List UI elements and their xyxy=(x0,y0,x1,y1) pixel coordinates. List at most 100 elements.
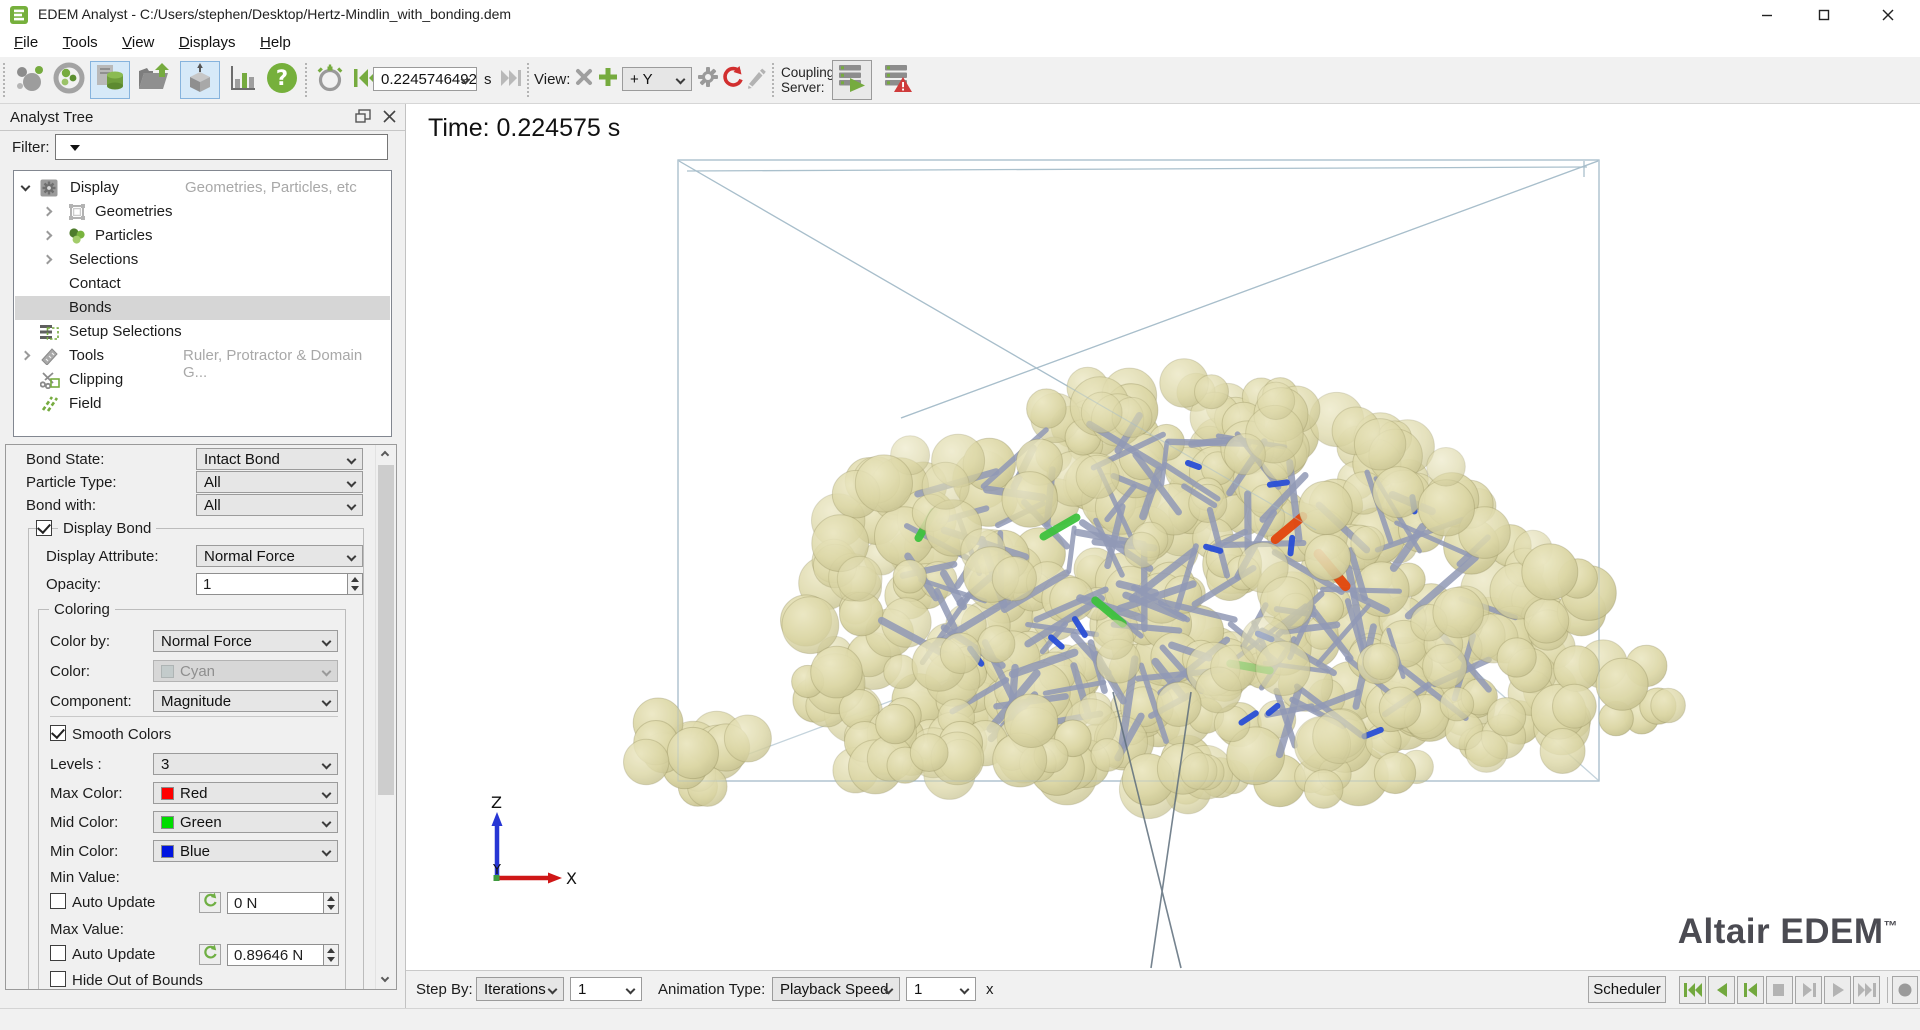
min-value-spinner[interactable]: 0 N xyxy=(227,892,339,914)
playback-step-back-button[interactable] xyxy=(1737,976,1764,1004)
simulation-canvas[interactable] xyxy=(406,104,1920,970)
max-value-spinner[interactable]: 0.89646 N xyxy=(227,944,339,966)
tree-item-clipping[interactable]: Clipping xyxy=(15,368,390,392)
spinner-buttons[interactable] xyxy=(323,945,338,965)
step-by-combo[interactable]: Iterations xyxy=(476,977,564,1001)
charts-button[interactable] xyxy=(224,61,260,99)
dock-title: Analyst Tree xyxy=(10,109,93,126)
playback-play-button[interactable] xyxy=(1824,976,1851,1004)
scroll-down-button[interactable] xyxy=(376,971,396,989)
maximize-button[interactable] xyxy=(1800,0,1847,30)
step-count-combo[interactable]: 1 xyxy=(570,977,642,1001)
scroll-up-button[interactable] xyxy=(376,445,396,463)
minimize-button[interactable] xyxy=(1743,0,1790,30)
expander-closed-icon[interactable] xyxy=(43,255,53,265)
edit-view-button[interactable] xyxy=(744,65,768,93)
scrollbar-thumb[interactable] xyxy=(378,465,394,795)
viewport-3d[interactable]: Time: 0.224575 s Z X Y Altair EDEM™ xyxy=(406,104,1920,970)
view-settings-button[interactable] xyxy=(696,65,720,93)
float-panel-button[interactable] xyxy=(355,109,373,127)
particle-type-combo[interactable]: All xyxy=(196,471,363,493)
skip-end-icon xyxy=(1857,982,1877,998)
coupling-server-start-button[interactable] xyxy=(832,60,872,100)
component-combo[interactable]: Magnitude xyxy=(153,690,338,712)
bond-state-label: Bond State: xyxy=(26,451,104,468)
spinner-buttons[interactable] xyxy=(347,574,362,594)
color-combo[interactable]: Cyan xyxy=(153,660,338,682)
smooth-colors-label: Smooth Colors xyxy=(72,726,171,743)
properties-scrollbar[interactable] xyxy=(375,445,396,989)
playback-skip-end-button[interactable] xyxy=(1853,976,1880,1004)
menu-displays[interactable]: Displays xyxy=(169,30,246,51)
expander-closed-icon[interactable] xyxy=(43,207,53,217)
max-auto-update-checkbox[interactable] xyxy=(50,945,66,961)
tree-item-display[interactable]: Display Geometries, Particles, etc xyxy=(15,176,390,200)
creator-mode-button[interactable] xyxy=(10,61,48,99)
coupling-server-error-button[interactable] xyxy=(878,60,918,100)
coloring-title: Coloring xyxy=(49,601,115,618)
levels-combo[interactable]: 3 xyxy=(153,753,338,775)
help-button[interactable]: ? xyxy=(262,61,302,99)
scheduler-button[interactable]: Scheduler xyxy=(1588,976,1666,1003)
expander-closed-icon[interactable] xyxy=(21,351,31,361)
axis-triad: Z X Y xyxy=(460,790,590,900)
tree-item-particles[interactable]: Particles xyxy=(15,224,390,248)
playback-step-forward-button[interactable] xyxy=(1795,976,1822,1004)
color-by-combo[interactable]: Normal Force xyxy=(153,630,338,652)
max-refresh-button[interactable] xyxy=(199,944,221,965)
tree-item-setup-selections[interactable]: Setup Selections xyxy=(15,320,390,344)
bond-state-combo[interactable]: Intact Bond xyxy=(196,448,363,470)
min-color-combo[interactable]: Blue xyxy=(153,840,338,862)
bond-with-combo[interactable]: All xyxy=(196,494,363,516)
view-control-button[interactable] xyxy=(180,61,220,99)
setup-selections-icon xyxy=(40,323,60,345)
speed-combo[interactable]: 1 xyxy=(906,977,976,1001)
go-to-end-button[interactable] xyxy=(498,61,524,99)
axis-y-label: Y xyxy=(492,863,501,878)
menu-tools[interactable]: Tools xyxy=(53,30,108,51)
close-button[interactable] xyxy=(1864,0,1911,30)
max-color-combo[interactable]: Red xyxy=(153,782,338,804)
time-settings-button[interactable] xyxy=(313,61,347,99)
playback-stop-button[interactable] xyxy=(1766,976,1793,1004)
menu-view[interactable]: View xyxy=(112,30,164,51)
simulator-mode-button[interactable] xyxy=(50,61,88,99)
playback-reverse-button[interactable] xyxy=(1708,976,1735,1004)
view-direction-combo[interactable]: + Y xyxy=(622,67,692,91)
delete-view-button[interactable] xyxy=(572,65,596,93)
mid-color-combo[interactable]: Green xyxy=(153,811,338,833)
close-panel-button[interactable] xyxy=(383,110,399,126)
menu-file[interactable]: File xyxy=(4,30,48,51)
time-select-combo[interactable]: 0.2245746492 xyxy=(373,67,477,91)
tree-item-tools[interactable]: Tools Ruler, Protractor & Domain G... xyxy=(15,344,390,368)
tree-item-geometries[interactable]: Geometries xyxy=(15,200,390,224)
expander-closed-icon[interactable] xyxy=(43,231,53,241)
analyst-mode-button[interactable] xyxy=(90,61,130,99)
display-bond-label: Display Bond xyxy=(58,520,156,537)
expander-open-icon[interactable] xyxy=(21,182,31,192)
menu-help[interactable]: Help xyxy=(250,30,301,51)
reset-view-button[interactable] xyxy=(720,65,744,93)
smooth-colors-checkbox[interactable] xyxy=(50,725,66,741)
hide-out-of-bounds-checkbox[interactable] xyxy=(50,971,66,987)
record-button[interactable] xyxy=(1892,976,1918,1004)
min-refresh-button[interactable] xyxy=(199,892,221,913)
animation-type-combo[interactable]: Playback Speed xyxy=(772,977,900,1001)
tree-item-bonds[interactable]: Bonds xyxy=(15,296,390,320)
divider xyxy=(1887,977,1888,1003)
add-view-button[interactable] xyxy=(596,65,620,93)
playback-skip-start-button[interactable] xyxy=(1679,976,1706,1004)
opacity-spinner[interactable]: 1 xyxy=(196,573,363,595)
display-gear-icon xyxy=(40,179,58,201)
min-auto-update-checkbox[interactable] xyxy=(50,893,66,909)
simulation-time-label: Time: 0.224575 s xyxy=(428,114,620,143)
display-attribute-combo[interactable]: Normal Force xyxy=(196,545,363,567)
tree-item-field[interactable]: Field xyxy=(15,392,390,416)
tree-item-selections[interactable]: Selections xyxy=(15,248,390,272)
spinner-buttons[interactable] xyxy=(323,893,338,913)
display-bond-checkbox[interactable] xyxy=(36,520,52,536)
tree-item-contact[interactable]: Contact xyxy=(15,272,390,296)
open-file-button[interactable] xyxy=(134,61,176,99)
filter-combo[interactable] xyxy=(55,134,388,160)
cube-arrow-icon xyxy=(184,62,216,99)
